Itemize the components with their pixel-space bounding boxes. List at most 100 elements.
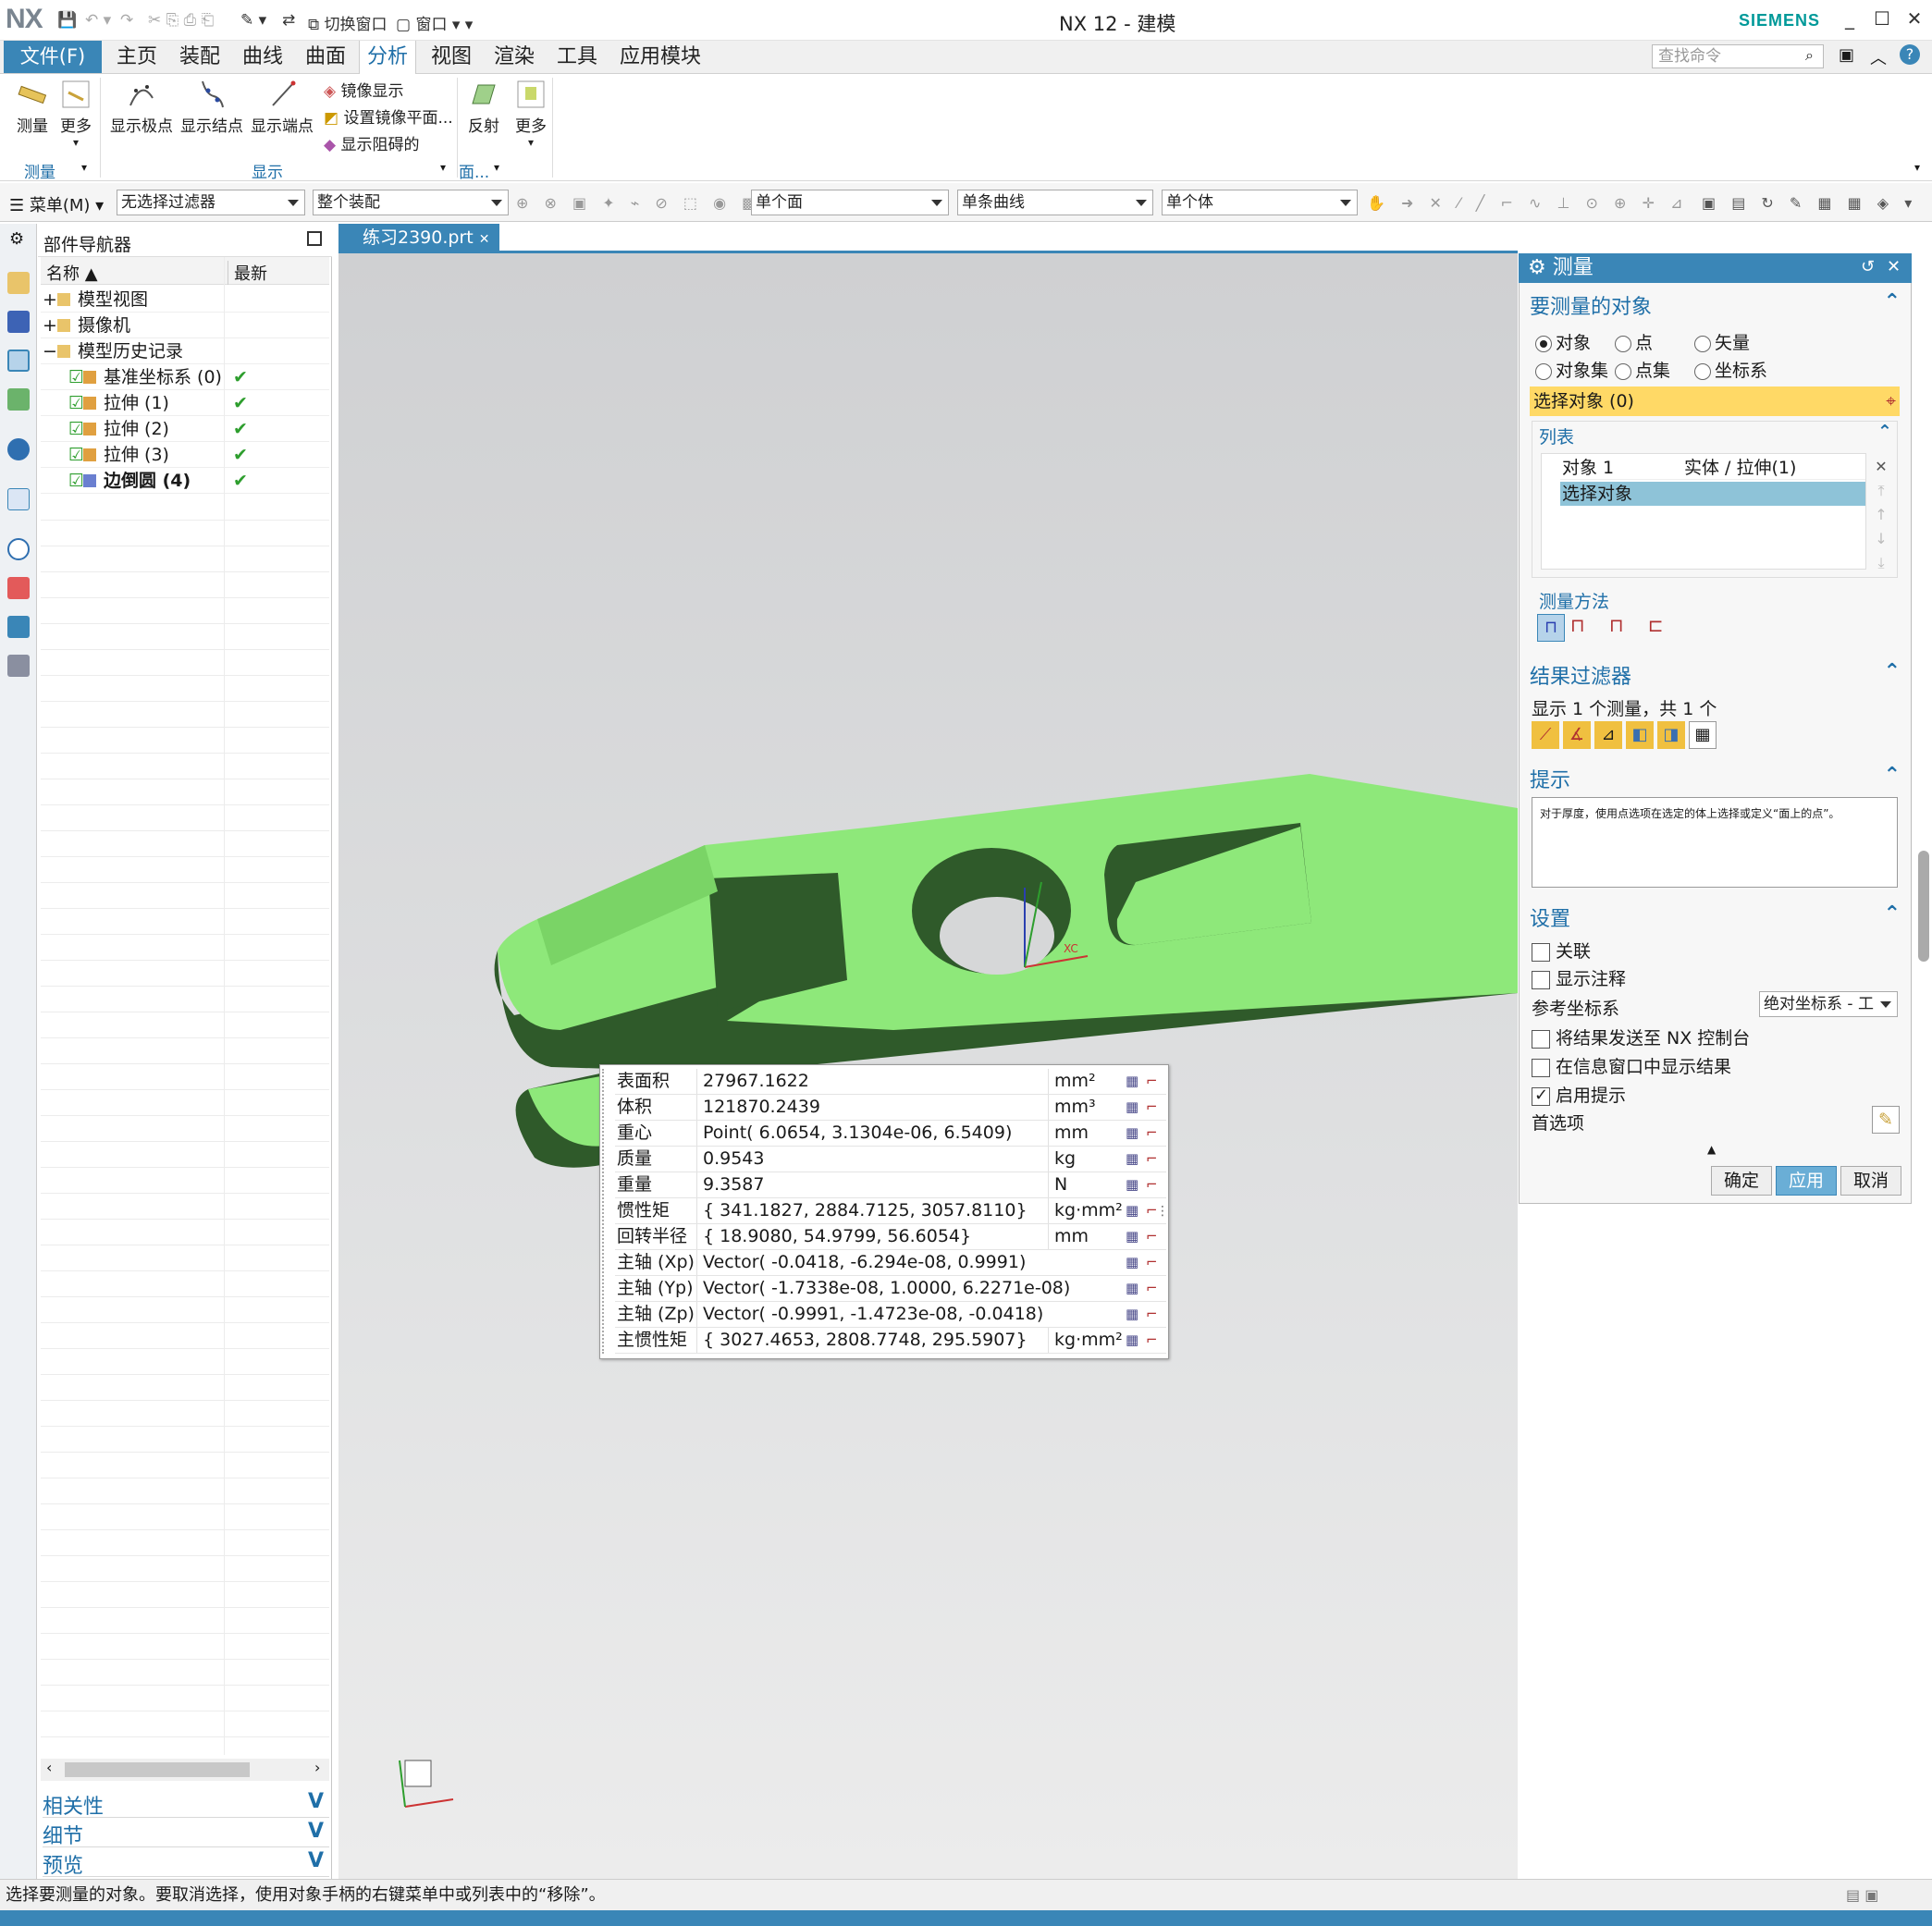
move-bottom-icon[interactable]: ⤓ (1872, 551, 1890, 575)
filter-angle-icon[interactable]: ∡ (1563, 721, 1591, 749)
enable-hints-checkbox[interactable]: 启用提示 (1532, 1082, 1626, 1107)
create-expression-icon[interactable]: ▦ (1126, 1302, 1138, 1327)
radio-csys[interactable]: 坐标系 (1694, 357, 1767, 382)
create-annotation-icon[interactable]: ⌐ (1146, 1302, 1158, 1327)
part-file-tab[interactable]: 练习2390.prt ✕ (338, 224, 499, 251)
result-row[interactable]: 体积 121870.2439 mm³ ▦ ⌐ (615, 1095, 1166, 1121)
minimize-button[interactable]: _ (1836, 7, 1864, 30)
create-expression-icon[interactable]: ▦ (1126, 1328, 1138, 1353)
show-info-checkbox[interactable]: 在信息窗口中显示结果 (1532, 1053, 1731, 1078)
hd3d-tools-icon[interactable] (7, 438, 30, 460)
create-expression-icon[interactable]: ▦ (1126, 1147, 1138, 1172)
save-icon[interactable]: 💾 (57, 11, 77, 30)
create-annotation-icon[interactable]: ⌐ (1146, 1147, 1158, 1172)
navigator-row[interactable]: ☑ 边倒圆 (4) ✔ (41, 468, 329, 494)
list-row-selected[interactable]: 选择对象 (1560, 482, 1865, 506)
tab-assembly[interactable]: 装配 (172, 41, 228, 74)
navigator-row[interactable]: ☑ 拉伸 (1) ✔ (41, 390, 329, 416)
history-clock-icon[interactable] (7, 538, 30, 560)
selection-tool-icons[interactable]: ⊕ ⊗ ▣ ✦ ⌁ ⊘ ⬚ ◉ ▩ (516, 194, 761, 212)
web-browser-icon[interactable] (7, 488, 30, 510)
filter-curve-icon[interactable]: ⊿ (1594, 721, 1622, 749)
show-blocked-button[interactable]: ◆ 显示阻碍的 (324, 131, 419, 154)
show-poles-button[interactable]: 显示极点 (107, 80, 176, 136)
expand-toggle-icon[interactable]: + (43, 287, 57, 313)
show-ends-button[interactable]: 显示端点 (248, 80, 316, 136)
details-section[interactable]: 细节 V (43, 1820, 329, 1848)
repeat-command-icon[interactable]: ⇄ (282, 11, 295, 30)
window-menu-button[interactable]: ▢ 窗口 ▾ ▾ (396, 11, 473, 34)
side-panel-handle[interactable] (1918, 851, 1929, 962)
cancel-button[interactable]: 取消 (1840, 1166, 1901, 1196)
touch-mode-icon[interactable]: ✎ ▾ (240, 11, 266, 30)
tab-analysis[interactable]: 分析 (359, 41, 417, 75)
ok-button[interactable]: 确定 (1711, 1166, 1772, 1196)
navigator-row[interactable]: + 摄像机 (41, 313, 329, 338)
result-row[interactable]: 主轴 (Yp) Vector( -1.7338e-08, 1.0000, 6.22… (615, 1276, 1166, 1302)
hint-section-header[interactable]: 提示 ⌃ (1530, 764, 1904, 793)
undo-icon[interactable]: ↶ ▾ (85, 11, 111, 30)
result-row[interactable]: 主惯性矩 { 3027.4653, 2808.7748, 295.5907} kg·… (615, 1328, 1166, 1354)
result-row[interactable]: 主轴 (Xp) Vector( -0.0418, -6.294e-08, 0.99… (615, 1250, 1166, 1276)
reflection-button[interactable]: 反射 (462, 80, 505, 136)
maximize-panel-icon[interactable] (307, 231, 322, 246)
redo-icon[interactable]: ↷ (120, 11, 133, 30)
tab-tools[interactable]: 工具 (549, 41, 605, 74)
group-face-dropdown-icon[interactable]: ▾ (494, 161, 499, 174)
create-annotation-icon[interactable]: ⌐ (1146, 1069, 1158, 1094)
collapse-ribbon-icon[interactable]: ︿ (1870, 45, 1887, 69)
search-icon[interactable]: ⌕ (1805, 46, 1814, 65)
result-row[interactable]: 回转半径 { 18.9080, 54.9799, 56.6054} mm ▦ ⌐ (615, 1224, 1166, 1250)
tab-surface[interactable]: 曲面 (298, 41, 353, 74)
result-row[interactable]: 重心 Point( 6.0654, 3.1304e-06, 6.5409) mm ▦ ⌐ (615, 1121, 1166, 1147)
curve-rule-select[interactable]: 单条曲线 (957, 190, 1153, 215)
table-drag-handle[interactable] (602, 1069, 609, 1354)
move-up-icon[interactable]: ↑ (1872, 503, 1890, 527)
chevron-up-icon[interactable]: ▲ (1707, 1143, 1716, 1156)
body-rule-select[interactable]: 单个体 (1162, 190, 1358, 215)
radio-vector[interactable]: 矢量 (1694, 329, 1750, 354)
feature-checkbox-icon[interactable]: ☑ (68, 416, 84, 442)
create-annotation-icon[interactable]: ⌐ (1146, 1276, 1158, 1301)
feature-checkbox-icon[interactable]: ☑ (68, 442, 84, 468)
more-face-button[interactable]: 更多 ▾ (511, 80, 551, 149)
crosshair-icon[interactable]: ⌖ (1886, 386, 1896, 416)
switch-window-button[interactable]: ⧉ 切换窗口 (308, 11, 388, 34)
snap-point-icons[interactable]: ✋ ➜ ✕ ⁄ ╱ ⌐ ∿ ⊥ ⊙ ⊕ ✛ ⊿ (1367, 194, 1688, 212)
create-annotation-icon[interactable]: ⌐ (1146, 1172, 1158, 1197)
part-navigator-icon[interactable] (7, 350, 30, 372)
navigator-horizontal-scrollbar[interactable]: ‹ › (41, 1759, 329, 1781)
create-expression-icon[interactable]: ▦ (1126, 1250, 1138, 1275)
navigator-row[interactable]: ☑ 基准坐标系 (0) ✔ (41, 364, 329, 390)
tab-curve[interactable]: 曲线 (235, 41, 290, 74)
result-row[interactable]: 质量 0.9543 kg ▦ ⌐ (615, 1147, 1166, 1172)
navigator-row[interactable]: − 模型历史记录 (41, 338, 329, 364)
type-filter-select[interactable]: 无选择过滤器 (117, 190, 305, 215)
system-materials-icon[interactable] (7, 577, 30, 599)
measurement-results-table[interactable]: 表面积 27967.1622 mm² ▦ ⌐ 体积 121870.2439 mm³ ▦ ⌐ 重心 Po… (599, 1064, 1169, 1359)
view-tool-icons[interactable]: ▣ ▤ ↻ ✎ ▦ ▦ ◈ ▾ (1702, 194, 1917, 212)
result-row[interactable]: 主轴 (Zp) Vector( -0.9991, -1.4723e-08, -0.… (615, 1302, 1166, 1328)
object-list[interactable]: 对象 1 实体 / 拉伸(1) 选择对象 (1541, 453, 1866, 570)
close-window-button[interactable]: ✕ (1901, 7, 1928, 30)
group-display-dropdown-icon[interactable]: ▾ (440, 161, 446, 174)
show-annotation-checkbox[interactable]: 显示注释 (1532, 965, 1626, 990)
roles-icon[interactable] (7, 655, 30, 677)
radio-point[interactable]: 点 (1615, 329, 1653, 354)
assembly-navigator-icon[interactable] (7, 272, 30, 294)
reuse-library-icon[interactable] (7, 388, 30, 411)
command-search-input[interactable]: 查找命令 (1652, 44, 1824, 68)
select-object-row[interactable]: 选择对象 (0) ⌖ (1530, 386, 1900, 416)
tab-render[interactable]: 渲染 (486, 41, 542, 74)
create-annotation-icon[interactable]: ⌐ (1146, 1250, 1158, 1275)
file-menu-tab[interactable]: 文件(F) (4, 41, 102, 73)
maximize-button[interactable]: ☐ (1868, 7, 1896, 30)
group-measure-dropdown-icon[interactable]: ▾ (81, 161, 87, 174)
method-length-icon[interactable]: ⊓ (1537, 614, 1565, 642)
feature-checkbox-icon[interactable]: ☑ (68, 364, 84, 390)
tab-applications[interactable]: 应用模块 (612, 41, 708, 74)
close-dialog-icon[interactable]: ✕ (1887, 257, 1901, 276)
result-row[interactable]: 表面积 27967.1622 mm² ▦ ⌐ (615, 1069, 1166, 1095)
filter-section-header[interactable]: 结果过滤器 ⌃ (1530, 660, 1904, 690)
feature-checkbox-icon[interactable]: ☑ (68, 390, 84, 416)
